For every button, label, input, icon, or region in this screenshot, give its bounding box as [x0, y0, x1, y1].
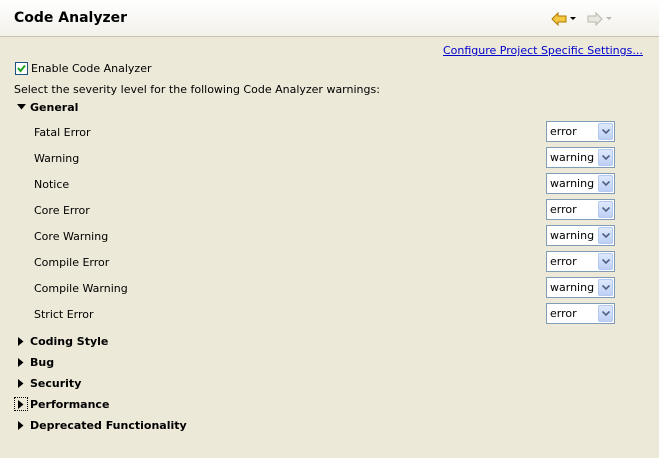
chevron-down-icon — [601, 207, 610, 212]
row-label-warning: Warning — [34, 152, 80, 165]
chevron-down-icon — [601, 129, 610, 134]
configure-settings-link[interactable]: Configure Project Specific Settings... — [443, 44, 643, 57]
forward-button[interactable] — [587, 11, 612, 27]
back-button[interactable] — [551, 11, 576, 27]
dropdown-button[interactable] — [598, 305, 613, 322]
row-label-core-error: Core Error — [34, 204, 90, 217]
row-label-compile-warning: Compile Warning — [34, 282, 128, 295]
section-deprecated-functionality[interactable]: Deprecated Functionality — [14, 417, 187, 433]
chevron-down-icon — [601, 233, 610, 238]
section-coding-style[interactable]: Coding Style — [14, 333, 108, 349]
chevron-down-icon[interactable] — [570, 17, 576, 21]
checkmark-icon — [17, 64, 26, 73]
section-label: General — [30, 100, 79, 114]
severity-select-compile-warning[interactable]: warning — [546, 277, 615, 298]
section-label: Coding Style — [30, 334, 109, 348]
chevron-down-icon — [601, 285, 610, 290]
chevron-down-icon[interactable] — [606, 17, 612, 21]
chevron-down-icon — [601, 259, 610, 264]
dropdown-button[interactable] — [598, 123, 613, 140]
row-label-strict-error: Strict Error — [34, 308, 94, 321]
collapsed-triangle-icon[interactable] — [14, 418, 28, 432]
expanded-triangle-icon[interactable] — [14, 100, 28, 114]
select-value: error — [550, 203, 577, 216]
instructions-text: Select the severity level for the follow… — [14, 83, 380, 96]
row-label-compile-error: Compile Error — [34, 256, 110, 269]
severity-select-compile-error[interactable]: error — [546, 251, 615, 272]
row-label-notice: Notice — [34, 178, 70, 191]
select-value: error — [550, 255, 577, 268]
section-security[interactable]: Security — [14, 375, 81, 391]
forward-arrow-icon — [587, 12, 603, 26]
select-value: warning — [550, 177, 595, 190]
select-value: error — [550, 125, 577, 138]
section-bug[interactable]: Bug — [14, 354, 54, 370]
select-value: warning — [550, 151, 595, 164]
select-value: error — [550, 307, 577, 320]
dropdown-button[interactable] — [598, 279, 613, 296]
dropdown-button[interactable] — [598, 175, 613, 192]
section-label: Deprecated Functionality — [30, 418, 187, 432]
enable-code-analyzer-checkbox[interactable]: Enable Code Analyzer — [15, 62, 152, 75]
severity-select-core-error[interactable]: error — [546, 199, 615, 220]
severity-select-core-warning[interactable]: warning — [546, 225, 615, 246]
enable-label: Enable Code Analyzer — [31, 62, 152, 75]
dropdown-button[interactable] — [598, 227, 613, 244]
dropdown-button[interactable] — [598, 253, 613, 270]
chevron-down-icon — [601, 311, 610, 316]
severity-select-warning[interactable]: warning — [546, 147, 615, 168]
dropdown-button[interactable] — [598, 149, 613, 166]
row-label-core-warning: Core Warning — [34, 230, 109, 243]
section-label: Performance — [30, 397, 110, 411]
collapsed-triangle-icon[interactable] — [14, 355, 28, 369]
severity-select-strict-error[interactable]: error — [546, 303, 615, 324]
row-label-fatal-error: Fatal Error — [34, 126, 91, 139]
section-performance[interactable]: Performance — [14, 396, 109, 412]
section-label: Bug — [30, 355, 55, 369]
select-value: warning — [550, 229, 595, 242]
page-title: Code Analyzer — [14, 10, 128, 26]
chevron-down-icon — [601, 181, 610, 186]
dropdown-button[interactable] — [598, 201, 613, 218]
collapsed-triangle-icon[interactable] — [14, 376, 28, 390]
chevron-down-icon — [601, 155, 610, 160]
section-label: Security — [30, 376, 82, 390]
severity-select-notice[interactable]: warning — [546, 173, 615, 194]
collapsed-triangle-icon[interactable] — [14, 334, 28, 348]
back-arrow-icon — [551, 12, 567, 26]
page-header: Code Analyzer — [0, 0, 659, 37]
collapsed-triangle-icon[interactable] — [14, 397, 28, 411]
select-value: warning — [550, 281, 595, 294]
severity-select-fatal-error[interactable]: error — [546, 121, 615, 142]
section-general[interactable]: General — [14, 99, 78, 115]
checkbox-box[interactable] — [15, 62, 28, 75]
